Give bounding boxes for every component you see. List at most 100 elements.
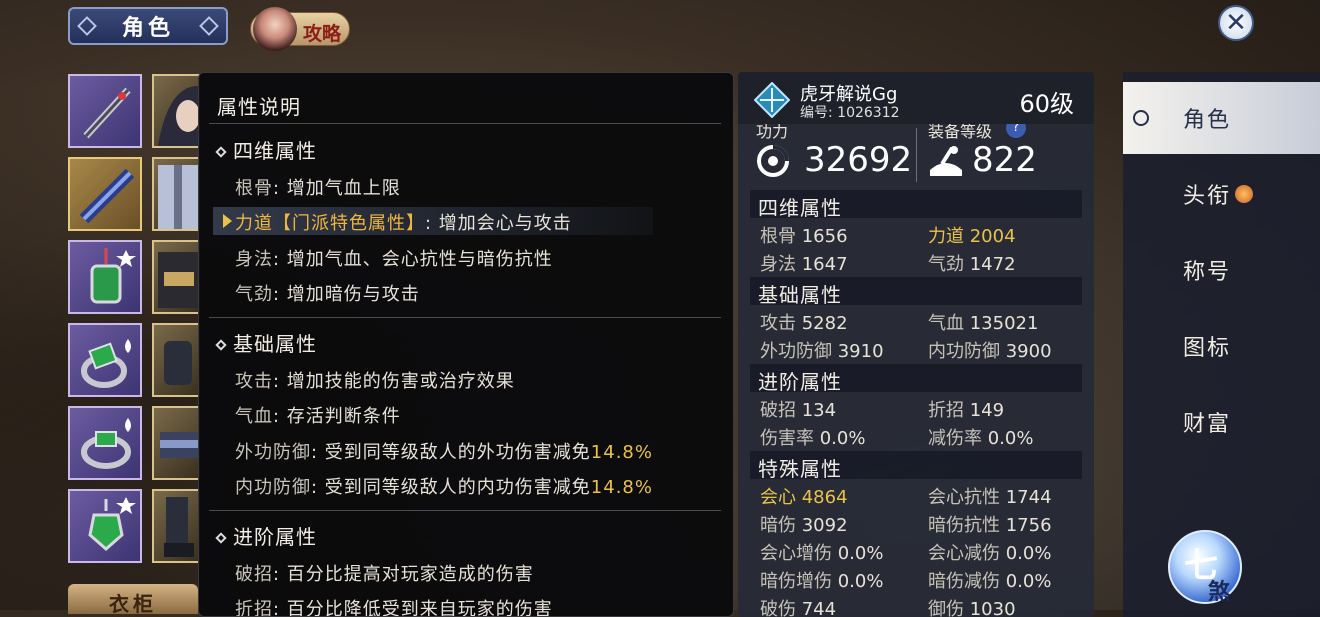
tooltip-row: 折招: 百分比降低受到来自玩家的伤害 [235,599,553,617]
equip-level-value: 822 [972,140,1037,180]
stat-item: 暗伤增伤 0.0% [760,571,884,592]
equip-slot-hat[interactable] [152,74,200,148]
tooltip-row: 气血: 存活判断条件 [235,406,401,427]
ring-icon [81,418,131,469]
sect-emblem-icon [754,82,790,118]
stat-item: 攻击 5282 [760,313,848,334]
bracer-icon [164,341,192,385]
boots-icon [164,497,194,557]
close-icon: ✕ [1225,8,1247,38]
ring-icon [81,339,131,388]
forge-icon [930,146,962,176]
stat-item-highlight: 会心 4864 [760,487,848,508]
equip-slot-ring-2[interactable] [68,406,142,480]
dagger-icon [83,87,131,139]
badge-bottom-char: 煞 [1208,580,1231,605]
stat-item: 会心减伤 0.0% [928,543,1052,564]
divider [209,123,721,124]
stat-item: 减伤率 0.0% [928,428,1034,449]
robe-icon [158,165,198,229]
waist-icon [160,432,198,458]
tooltip-row: 外功防御: 受到同等级敌人的外功伤害减免14.8% [235,442,653,463]
stat-item: 御伤 1030 [928,599,1016,617]
ornament-left-icon [77,16,97,36]
nav-item-title[interactable]: 头衔 [1123,158,1320,230]
equip-slot-hidden-weapon[interactable] [68,157,142,231]
close-button[interactable]: ✕ [1218,5,1254,41]
section-heading: 四维属性 [215,135,317,164]
nav-item-nickname[interactable]: 称号 [1123,234,1320,306]
tooltip-row: 身法: 增加气血、会心抗性与暗伤抗性 [235,249,553,270]
guide-label: 攻略 [303,23,342,45]
equip-slot-amulet[interactable] [68,489,142,563]
section-band: 特殊属性 [750,451,1082,481]
stat-item: 身法 1647 [760,254,848,275]
tooltip-row: 根骨: 增加气血上限 [235,178,401,199]
tooltip-row: 内功防御: 受到同等级敌人的内功伤害减免14.8% [235,477,653,498]
equip-slot-shoes[interactable] [152,489,200,563]
stats-panel: 功力 装备等级 ? 虎牙解说Gg 编号: 1026312 60级 32692 8… [738,72,1094,617]
stat-item: 会心抗性 1744 [928,487,1052,508]
tooltip-row: 气劲: 增加暗伤与攻击 [235,284,420,305]
pointer-arrow-icon [223,214,232,228]
player-level: 60级 [1019,90,1074,118]
qisha-sect-button[interactable]: 七 煞 [1168,530,1242,605]
scroll-tube-icon [79,168,135,224]
stat-item: 会心增伤 0.0% [760,543,884,564]
stat-item: 折招 149 [928,400,1005,421]
diamond-bullet-icon [215,339,227,351]
tooltip-row: 破招: 百分比提高对玩家造成的伤害 [235,564,534,585]
divider [916,128,917,182]
equip-slot-wrist[interactable] [152,323,200,397]
diamond-bullet-icon [215,532,227,544]
section-band: 四维属性 [750,190,1082,220]
profile-header: 虎牙解说Gg 编号: 1026312 60级 [738,72,1094,124]
armor-icon [158,252,198,308]
stat-item: 暗伤 3092 [760,515,848,536]
tooltip-row-highlighted: 力道【门派特色属性】: 增加会心与攻击 [235,213,572,234]
equip-slot-waist[interactable] [152,406,200,480]
player-id: 编号: 1026312 [800,105,900,121]
attribute-tooltip: 属性说明 四维属性 根骨: 增加气血上限 力道【门派特色属性】: 增加会心与攻击… [198,72,734,617]
equip-slot-pendant[interactable] [68,240,142,314]
stat-item: 根骨 1656 [760,226,848,247]
guide-button[interactable]: 攻略 [250,7,350,51]
stat-item: 破招 134 [760,400,837,421]
section-heading: 进阶属性 [215,521,317,550]
stat-item: 伤害率 0.0% [760,428,866,449]
stat-item-highlight: 力道 2004 [928,226,1016,247]
stat-item: 内功防御 3900 [928,341,1052,362]
guide-avatar-icon [253,7,297,51]
stat-item: 暗伤抗性 1756 [928,515,1052,536]
section-band: 进阶属性 [750,364,1082,394]
power-value: 32692 [804,140,913,180]
stat-item: 气劲 1472 [928,254,1016,275]
equip-slot-ring-1[interactable] [68,323,142,397]
selected-dot-icon [1133,110,1149,126]
tab-role[interactable]: 角色 [68,7,228,45]
nav-item-wealth[interactable]: 财富 [1123,386,1320,458]
hair-icon [158,86,198,146]
equip-slot-coat[interactable] [152,157,200,231]
ornament-right-icon [199,16,219,36]
nav-item-role[interactable]: 角色 [1123,82,1320,154]
divider [209,510,721,511]
diamond-bullet-icon [215,146,227,158]
stat-item: 气血 135021 [928,313,1039,334]
jade-amulet-icon [88,497,136,551]
section-heading: 基础属性 [215,328,317,357]
notification-badge-icon [1235,185,1253,203]
section-band: 基础属性 [750,277,1082,307]
jade-pendant-icon [90,248,136,304]
power-swirl-icon [757,145,789,177]
tab-role-label: 角色 [121,16,174,41]
tooltip-title: 属性说明 [217,95,301,119]
equip-slot-belt[interactable] [152,240,200,314]
stat-item: 暗伤减伤 0.0% [928,571,1052,592]
equip-slot-weapon[interactable] [68,74,142,148]
tooltip-row: 攻击: 增加技能的伤害或治疗效果 [235,371,515,392]
nav-item-icon[interactable]: 图标 [1123,310,1320,382]
divider [209,317,721,318]
stat-item: 外功防御 3910 [760,341,884,362]
stat-item: 破伤 744 [760,599,837,617]
